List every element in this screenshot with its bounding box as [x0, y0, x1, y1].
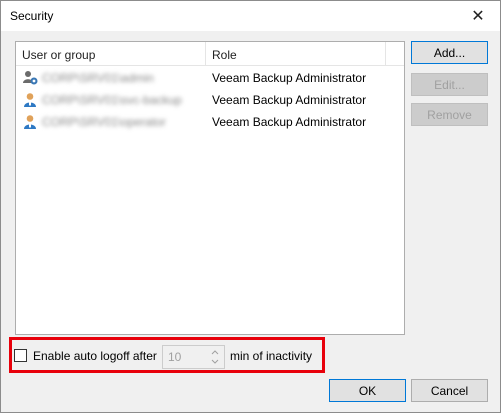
- list-header: User or group Role: [16, 42, 404, 66]
- column-separator[interactable]: [385, 42, 386, 65]
- table-row[interactable]: CORP\SRV01\svc-backup Veeam Backup Admin…: [16, 89, 404, 111]
- user-icon: [24, 93, 36, 107]
- column-header-role[interactable]: Role: [212, 48, 237, 62]
- role-value: Veeam Backup Administrator: [212, 93, 367, 107]
- edit-button[interactable]: Edit...: [411, 73, 488, 96]
- dialog-title: Security: [10, 9, 54, 23]
- inactivity-label: min of inactivity: [230, 349, 313, 363]
- user-icon: [24, 115, 36, 129]
- minutes-stepper[interactable]: 10: [162, 345, 225, 369]
- column-header-user[interactable]: User or group: [22, 48, 95, 62]
- user-group-icon: [23, 71, 38, 85]
- chevron-down-icon[interactable]: [209, 357, 221, 367]
- close-button[interactable]: ✕: [456, 1, 500, 31]
- chevron-up-icon[interactable]: [209, 347, 221, 357]
- column-separator[interactable]: [205, 42, 206, 65]
- add-button[interactable]: Add...: [411, 41, 488, 64]
- user-name: CORP\SRV01\svc-backup: [42, 93, 182, 107]
- remove-button[interactable]: Remove: [411, 103, 488, 126]
- cancel-button[interactable]: Cancel: [411, 379, 488, 402]
- users-list[interactable]: User or group Role CORP\SRV01\admin Veea…: [15, 41, 405, 335]
- minutes-value: 10: [168, 350, 182, 364]
- security-dialog: Security ✕ User or group Role CORP\SRV01…: [0, 0, 501, 413]
- table-row[interactable]: CORP\SRV01\operator Veeam Backup Adminis…: [16, 111, 404, 133]
- auto-logoff-checkbox[interactable]: [14, 349, 27, 362]
- auto-logoff-label[interactable]: Enable auto logoff after: [33, 349, 157, 363]
- role-value: Veeam Backup Administrator: [212, 71, 367, 85]
- title-bar: Security ✕: [1, 1, 500, 31]
- user-name: CORP\SRV01\operator: [42, 115, 166, 129]
- role-value: Veeam Backup Administrator: [212, 115, 367, 129]
- user-name: CORP\SRV01\admin: [42, 71, 154, 85]
- ok-button[interactable]: OK: [329, 379, 406, 402]
- close-icon: ✕: [471, 8, 485, 25]
- table-row[interactable]: CORP\SRV01\admin Veeam Backup Administra…: [16, 67, 404, 89]
